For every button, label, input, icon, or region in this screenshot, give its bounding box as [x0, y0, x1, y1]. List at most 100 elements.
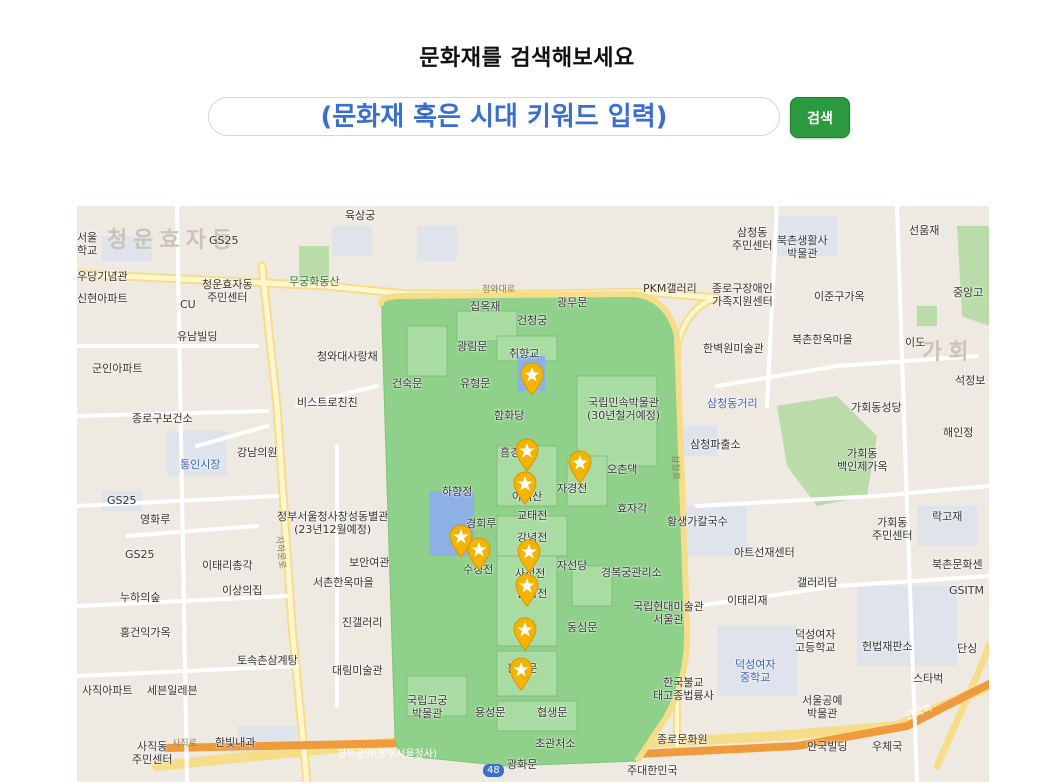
- place-tongin: 통인시장: [180, 458, 221, 471]
- palace-gwangmumun: 광무문: [557, 296, 588, 309]
- place-jongno-health: 종로구보건소: [132, 412, 193, 425]
- place-hunbeop: 헌법재판소: [862, 640, 913, 653]
- place-gsitm: GSITM: [949, 584, 984, 597]
- heritage-marker[interactable]: [514, 573, 540, 607]
- place-post-office: 우체국: [872, 740, 903, 753]
- place-sajik-apt: 사직아파트: [82, 684, 133, 697]
- place-itaeri-jae: 이태리재: [727, 594, 768, 607]
- heritage-marker[interactable]: [516, 539, 542, 573]
- place-jongno-culture: 종로문화원: [657, 733, 708, 746]
- heritage-marker[interactable]: [567, 450, 593, 484]
- search-button[interactable]: 검색: [790, 97, 850, 138]
- heritage-marker[interactable]: [466, 537, 492, 571]
- place-bistro: 비스트로친친: [297, 396, 358, 409]
- place-ohchundaek: 오촌댁: [607, 463, 638, 476]
- place-boan: 보안여관: [349, 556, 390, 569]
- road-label-cheongwadaero: 청와대로: [482, 285, 516, 295]
- place-nakgojae: 락고재: [932, 510, 963, 523]
- place-folk-museum: 국립민속박물관 (30년철거예정): [587, 396, 661, 422]
- place-hanbit: 한빛내과: [215, 736, 256, 749]
- place-nuha: 누하의숲: [120, 591, 161, 604]
- place-isang: 이상의집: [222, 584, 263, 597]
- place-hanbyeok: 한벽원미술관: [703, 342, 764, 355]
- search-input[interactable]: [209, 98, 779, 135]
- place-buddhism: 한국불교 태고종법륭사: [653, 676, 714, 702]
- palace-dongsimmun: 동심문: [567, 621, 598, 634]
- route-badge-48: 48: [483, 764, 504, 777]
- palace-chwihyanggyo: 취향교: [509, 347, 540, 360]
- place-gallery-dam: 갤러리담: [797, 576, 838, 589]
- page-title: 문화재를 검색해보세요: [419, 46, 635, 71]
- place-seokjeongbo: 석정보: [955, 374, 986, 387]
- heritage-marker[interactable]: [519, 362, 545, 396]
- palace-jipokjae: 집옥재: [470, 300, 501, 313]
- place-gyeongbok-office: 경복궁관리소: [601, 566, 662, 579]
- heritage-marker[interactable]: [512, 471, 538, 505]
- search-box: [208, 97, 780, 136]
- place-yuksanggung: 육상궁: [345, 209, 376, 222]
- heritage-marker[interactable]: [508, 657, 534, 691]
- palace-hamhwadang: 함화당: [494, 409, 525, 422]
- place-national-modern: 국립현대미술관 서울관: [633, 600, 704, 626]
- place-tosokchon: 토속촌삼계탕: [237, 654, 298, 667]
- place-honggeon: 홍건익가옥: [120, 626, 171, 639]
- place-seochon-house: 서촌한옥마을: [313, 576, 374, 589]
- station-gyeongbokgung: 경복궁역(정부서울청사): [337, 749, 437, 760]
- place-artsonje: 아트선재센터: [734, 546, 795, 559]
- place-gs25-b: GS25: [107, 494, 137, 507]
- place-cheongun-center: 청운효자동 주민센터: [202, 278, 253, 304]
- heritage-marker[interactable]: [512, 617, 538, 651]
- place-samcheong-police: 삼청파출소: [690, 438, 741, 451]
- place-hyojagak: 효자각: [617, 502, 648, 515]
- place-deoksung-mid: 덕성여자 중학교: [735, 658, 776, 684]
- place-jingallery: 진갤러리: [342, 616, 383, 629]
- map-view[interactable]: 청운효자동 가회 청와대로 자하문로 삼청로 사직로 육상궁 GS25 서울 학…: [77, 206, 989, 782]
- road-label-sajik: 사직로: [172, 739, 197, 749]
- place-anguk-bldg: 안국빌딩: [807, 740, 848, 753]
- place-yunam: 유남빌딩: [177, 330, 218, 343]
- place-samcheong-center: 삼청동 주민센터: [732, 226, 773, 252]
- place-jongno-disabled: 종로구장애인 가족지원센터: [712, 282, 773, 308]
- place-pkm: PKM갤러리: [643, 282, 697, 295]
- palace-gwangnimmun: 광림문: [457, 340, 488, 353]
- palace-gwanghwamun: 광화문: [507, 758, 538, 771]
- place-itaeri: 이태리총각: [202, 559, 253, 572]
- place-daerim: 대림미술관: [332, 664, 383, 677]
- place-seven-eleven: 세븐일레븐: [147, 684, 198, 697]
- place-gov-annex: 정부서울청사창성동별관 (23년12월예정): [277, 510, 389, 536]
- place-deoksung-high: 덕성여자 고등학교: [795, 628, 836, 654]
- place-ido: 이도: [905, 336, 926, 349]
- place-udang: 우당기념관: [77, 270, 128, 283]
- place-gs25-c: GS25: [125, 548, 155, 561]
- place-yeonghwaru: 영화루: [140, 513, 171, 526]
- palace-yongseongmun: 용성문: [475, 706, 506, 719]
- palace-hyeopsaengmun: 협생문: [537, 706, 568, 719]
- place-bukchon-hanok: 북촌한옥마을: [792, 333, 853, 346]
- place-starbucks: 스타벅: [913, 672, 944, 685]
- place-bukchon-culture: 북촌문화센: [932, 558, 983, 571]
- place-dansim: 단싱: [957, 642, 978, 655]
- place-gangnam-clinic: 강남의원: [237, 446, 278, 459]
- place-samcheong-street: 삼청동거리: [707, 397, 758, 410]
- place-sinhyeon: 신현아파트: [77, 292, 128, 305]
- place-gahoe-center: 가회동 주민센터: [872, 516, 913, 542]
- palace-hahyangjeong: 하향정: [442, 485, 473, 498]
- road-label-samcheong: 삼청로: [669, 454, 681, 481]
- place-gahoe-baekin: 가회동 백인제가옥: [837, 447, 888, 473]
- place-jutaehan: 주대한민국: [627, 764, 678, 777]
- place-cu: CU: [180, 298, 196, 311]
- place-seoul-craft: 서울공예 박물관: [802, 694, 843, 720]
- heritage-marker[interactable]: [514, 438, 540, 472]
- place-seonguljae: 선움재: [909, 224, 940, 237]
- palace-geoncheonggung: 건청궁: [517, 314, 548, 327]
- place-bukchon-museum: 북촌생활사 박물관: [777, 234, 828, 260]
- place-palace-museum: 국립고궁 박물관: [407, 694, 448, 720]
- place-seoul-school: 서울 학교: [77, 231, 98, 257]
- place-sajik-center: 사직동 주민센터: [132, 740, 173, 766]
- palace-geonsummun: 건숙문: [392, 377, 423, 390]
- palace-yuhyeongmun: 유형문: [460, 377, 491, 390]
- place-gahoe-cathedral: 가회동성당: [851, 401, 902, 414]
- place-mugung: 무궁화동산: [289, 275, 340, 288]
- palace-jaseondang: 자선당: [557, 559, 588, 572]
- place-central-high: 중앙고: [953, 286, 984, 299]
